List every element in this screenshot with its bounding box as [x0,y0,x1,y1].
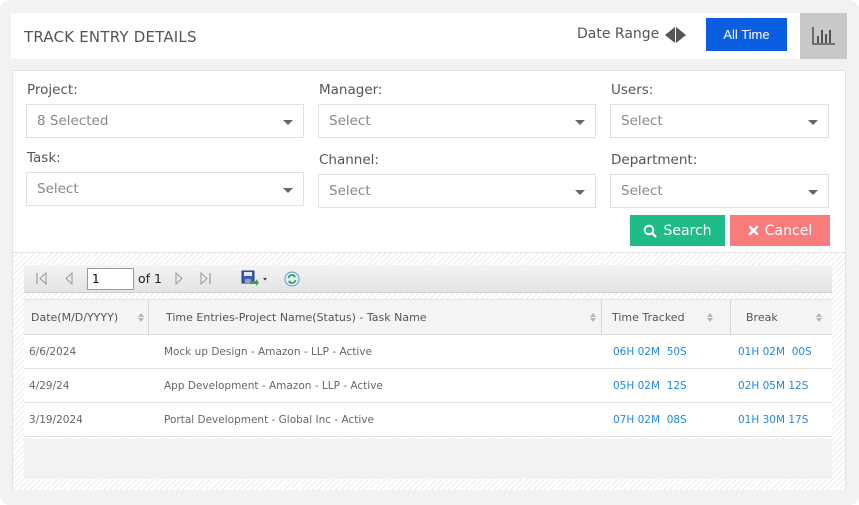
cell-break[interactable]: 01H 02M 00S [738,335,812,368]
task-label: Task: [27,150,61,166]
cell-date: 3/19/2024 [29,413,83,426]
table-row[interactable]: 3/19/2024 Portal Development - Global In… [24,403,832,437]
chevron-down-icon [808,120,818,125]
department-select[interactable]: Select [610,174,829,208]
sort-icon [138,313,144,323]
table-header: Date(M/D/YYYY) Time Entries-Project Name… [24,299,832,335]
search-button[interactable]: Search [630,215,725,246]
page-count: of 1 [138,271,162,286]
cell-entry: Mock up Design - Amazon - LLP - Active [164,345,372,358]
cancel-button-label: Cancel [764,222,813,239]
chevron-down-icon [283,188,293,193]
project-select-value: 8 Selected [37,113,109,129]
bar-chart-icon [811,27,835,45]
page-background: TRACK ENTRY DETAILS Date Range All Time … [0,0,859,505]
cell-entry: Portal Development - Global Inc - Active [164,413,374,426]
project-select[interactable]: 8 Selected [26,104,304,138]
date-range-arrows[interactable] [665,27,691,43]
manager-label: Manager: [319,82,383,98]
channel-label: Channel: [319,152,379,168]
cell-time-tracked[interactable]: 07H 02M 08S [613,403,687,436]
cell-entry: App Development - Amazon - LLP - Active [164,379,383,392]
first-page-icon[interactable] [35,272,49,285]
cell-time-tracked[interactable]: 06H 02M 50S [613,335,687,368]
department-select-value: Select [621,183,663,199]
column-header-entry[interactable]: Time Entries-Project Name(Status) - Task… [148,300,601,335]
close-icon [748,225,759,236]
table-row[interactable]: 6/6/2024 Mock up Design - Amazon - LLP -… [24,335,832,369]
date-range-label: Date Range [577,26,660,42]
filter-panel: Project: 8 Selected Manager: Select User… [12,70,846,490]
chart-view-button[interactable] [800,13,847,59]
channel-select[interactable]: Select [318,174,596,208]
chevron-down-icon [575,190,585,195]
sort-icon [707,313,713,323]
department-label: Department: [611,152,698,168]
chevron-down-icon [283,120,293,125]
cell-date: 4/29/24 [29,379,70,392]
chevron-down-icon [808,190,818,195]
cell-date: 6/6/2024 [29,345,77,358]
column-header-break[interactable]: Break [730,300,832,335]
all-time-button[interactable]: All Time [706,18,787,51]
export-save-icon[interactable] [241,270,269,287]
column-header-time-tracked[interactable]: Time Tracked [601,300,730,335]
task-select-value: Select [37,181,79,197]
refresh-icon[interactable] [284,271,300,287]
page-number-input[interactable] [87,268,134,290]
column-header-label: Time Entries-Project Name(Status) - Task… [166,311,427,324]
task-select[interactable]: Select [26,172,304,206]
search-icon [644,224,658,238]
last-page-icon[interactable] [199,272,213,285]
page-title: TRACK ENTRY DETAILS [24,28,197,46]
chevron-down-icon [575,120,585,125]
users-select-value: Select [621,113,663,129]
arrow-right-icon[interactable] [676,27,686,43]
project-label: Project: [27,82,78,98]
manager-select[interactable]: Select [318,104,596,138]
cell-break[interactable]: 02H 05M 12S [738,369,808,402]
arrow-left-icon[interactable] [665,27,675,43]
sort-icon [590,313,596,323]
table-footer [24,439,832,479]
table-row[interactable]: 4/29/24 App Development - Amazon - LLP -… [24,369,832,403]
cell-break[interactable]: 01H 30M 17S [738,403,808,436]
search-button-label: Search [663,222,712,239]
cancel-button[interactable]: Cancel [730,215,830,246]
column-header-label: Break [746,311,778,324]
users-label: Users: [611,82,654,98]
report-grid: of 1 [13,252,845,490]
header-bar: TRACK ENTRY DETAILS Date Range All Time [11,13,847,59]
next-page-icon[interactable] [174,272,184,285]
column-header-label: Time Tracked [612,311,685,324]
entries-table: Date(M/D/YYYY) Time Entries-Project Name… [24,299,832,438]
previous-page-icon[interactable] [64,272,74,285]
column-header-label: Date(M/D/YYYY) [31,311,119,324]
cell-time-tracked[interactable]: 05H 02M 12S [613,369,687,402]
column-header-date[interactable]: Date(M/D/YYYY) [24,300,148,335]
sort-icon [816,313,822,323]
channel-select-value: Select [329,183,371,199]
users-select[interactable]: Select [610,104,829,138]
report-toolbar: of 1 [24,265,832,293]
manager-select-value: Select [329,113,371,129]
